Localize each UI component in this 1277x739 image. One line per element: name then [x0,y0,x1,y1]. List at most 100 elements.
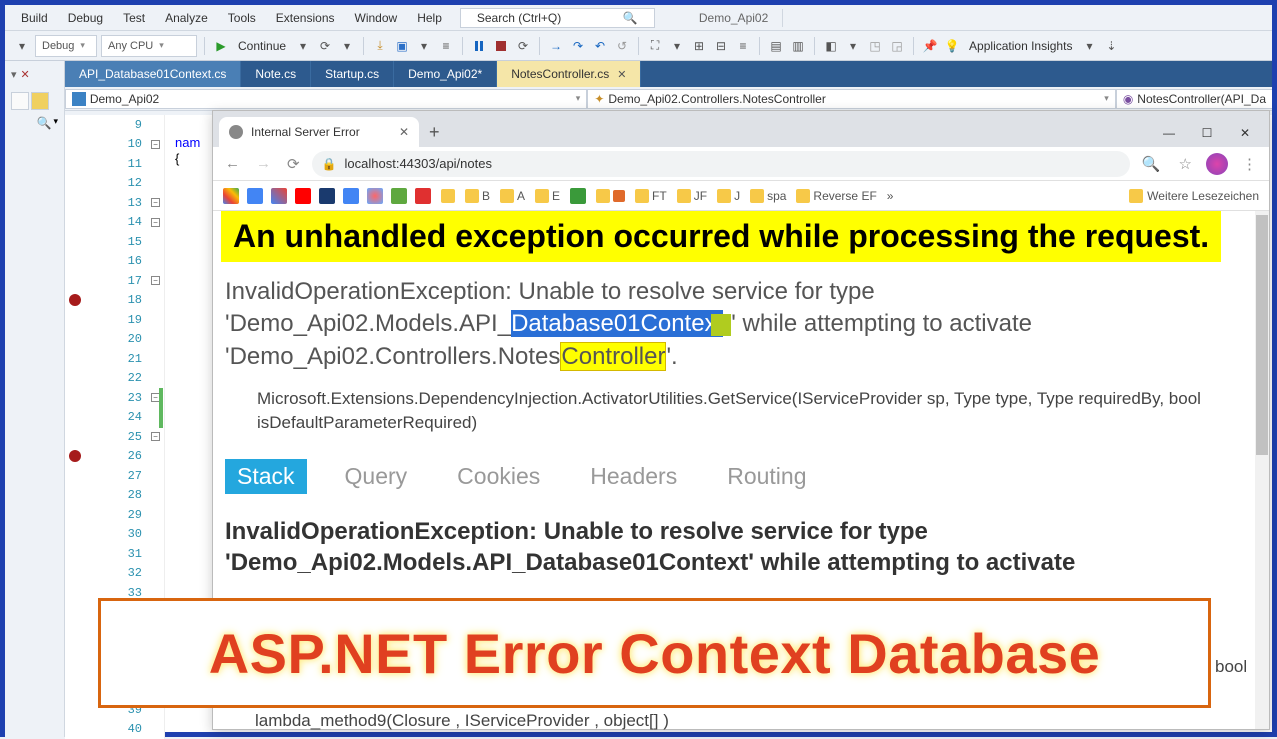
maximize-button[interactable]: ☐ [1189,119,1225,147]
app-icon[interactable] [319,188,335,204]
wrench-icon[interactable] [11,92,29,110]
youtube-icon[interactable] [295,188,311,204]
toolbar-dropdown-icon[interactable]: ▾ [415,37,433,55]
menu-icon[interactable]: ⋮ [1238,155,1261,173]
menu-window[interactable]: Window [345,7,408,29]
continue-button[interactable]: Continue [238,39,286,53]
tool-icon[interactable]: ⊞ [690,37,708,55]
bookmark-folder[interactable]: A [500,189,525,203]
dropdown-icon[interactable]: ▾ [13,37,31,55]
screenshot-icon[interactable]: ▣ [393,37,411,55]
tab-context[interactable]: API_Database01Context.cs [65,61,241,87]
tool-icon[interactable]: ⛶ [646,37,664,55]
step-back-icon[interactable]: ↺ [613,37,631,55]
tool-icon[interactable]: ◲ [888,37,906,55]
scrollbar[interactable] [1255,211,1269,729]
tab-demo[interactable]: Demo_Api02* [394,61,497,87]
flag-dropdown-icon[interactable]: ▾ [844,37,862,55]
tab-routing[interactable]: Routing [715,459,818,494]
back-icon[interactable]: ← [221,155,244,172]
tool-icon[interactable]: ⊟ [712,37,730,55]
bookmark-folder[interactable]: FT [635,189,667,203]
insights-dropdown-icon[interactable]: ▾ [1080,37,1098,55]
method-dropdown[interactable]: ◉ NotesController(API_Da [1116,89,1272,109]
bookmark-folder[interactable]: spa [750,189,786,203]
search-input[interactable]: Search (Ctrl+Q) 🔍 [460,8,655,28]
list-icon[interactable]: ≡ [437,37,455,55]
restart-icon[interactable]: ⟳ [316,37,334,55]
tool-icon[interactable] [31,92,49,110]
star-icon[interactable]: ☆ [1175,155,1196,173]
bookmark-folder[interactable]: Reverse EF [796,189,876,203]
class-dropdown[interactable]: ✦ Demo_Api02.Controllers.NotesController… [587,89,1115,109]
fold-icon[interactable]: − [151,218,160,227]
fold-icon[interactable]: − [151,140,160,149]
tab-notescontroller[interactable]: NotesController.cs✕ [497,61,641,87]
config-select[interactable]: Debug▾ [35,35,97,57]
pause-button[interactable] [470,37,488,55]
fold-icon[interactable]: − [151,276,160,285]
breakpoint-icon[interactable] [69,450,81,462]
fold-icon[interactable]: − [151,432,160,441]
calendar-icon[interactable] [247,188,263,204]
app-icon[interactable] [367,188,383,204]
google-icon[interactable] [223,188,239,204]
flag-icon[interactable]: ◧ [822,37,840,55]
continue-dropdown-icon[interactable]: ▾ [294,37,312,55]
tool-icon[interactable]: ▥ [789,37,807,55]
app-insights-button[interactable]: Application Insights [969,39,1072,53]
tab-startup[interactable]: Startup.cs [311,61,394,87]
bookmark-folder[interactable] [596,189,625,203]
scrollbar-thumb[interactable] [1256,215,1268,455]
bookmark-folder[interactable]: J [717,189,740,203]
menu-extensions[interactable]: Extensions [266,7,345,29]
overflow-icon[interactable]: » [887,189,894,203]
bookmark-folder[interactable] [441,189,455,203]
forward-icon[interactable]: → [252,155,275,172]
play-icon[interactable]: ▶ [212,37,230,55]
step-out-icon[interactable]: ↶ [591,37,609,55]
bookmark-folder[interactable]: E [535,189,560,203]
solution-context-tab[interactable]: Demo_Api02 [685,9,783,27]
step-into-icon[interactable]: → [547,37,565,55]
menu-help[interactable]: Help [407,7,452,29]
bulb-icon[interactable]: 💡 [943,37,961,55]
menu-analyze[interactable]: Analyze [155,7,218,29]
other-bookmarks[interactable]: Weitere Lesezeichen [1129,189,1259,203]
browser-tab[interactable]: Internal Server Error ✕ [219,117,419,147]
tab-note[interactable]: Note.cs [241,61,311,87]
overflow-icon[interactable]: ⇣ [1102,37,1120,55]
close-tab-icon[interactable]: ✕ [617,68,626,81]
fold-icon[interactable]: − [151,198,160,207]
bookmark-folder[interactable]: JF [677,189,707,203]
tab-headers[interactable]: Headers [578,459,689,494]
close-button[interactable]: ✕ [1227,119,1263,147]
step-over-icon[interactable]: ↷ [569,37,587,55]
translate-icon[interactable] [343,188,359,204]
profile-avatar[interactable] [1206,153,1228,175]
new-tab-button[interactable]: + [419,117,450,147]
tab-query[interactable]: Query [333,459,420,494]
search-icon[interactable]: 🔍 [37,116,52,130]
stop-button[interactable] [492,37,510,55]
app-icon[interactable] [415,188,431,204]
address-bar[interactable]: 🔒 localhost:44303/api/notes [312,151,1130,177]
menu-debug[interactable]: Debug [58,7,113,29]
project-dropdown[interactable]: Demo_Api02▾ [65,89,588,109]
dropdown-icon[interactable]: ▾ [53,116,58,130]
google-icon[interactable] [271,188,287,204]
tool-icon[interactable]: ◳ [866,37,884,55]
pin-icon[interactable]: 📌 [921,37,939,55]
tab-cookies[interactable]: Cookies [445,459,552,494]
close-tab-icon[interactable]: ✕ [399,125,409,139]
platform-select[interactable]: Any CPU▾ [101,35,197,57]
breakpoint-icon[interactable] [69,294,81,306]
reload-icon[interactable]: ⟳ [283,155,304,173]
bookmark-folder[interactable]: B [465,189,490,203]
tool-dropdown-icon[interactable]: ▾ [668,37,686,55]
restart-debug-icon[interactable]: ⟳ [514,37,532,55]
step-icon[interactable]: ⤓ [371,37,389,55]
menu-tools[interactable]: Tools [218,7,266,29]
close-icon[interactable]: ✕ [21,68,30,81]
dropdown-icon[interactable]: ▾ [11,68,17,81]
